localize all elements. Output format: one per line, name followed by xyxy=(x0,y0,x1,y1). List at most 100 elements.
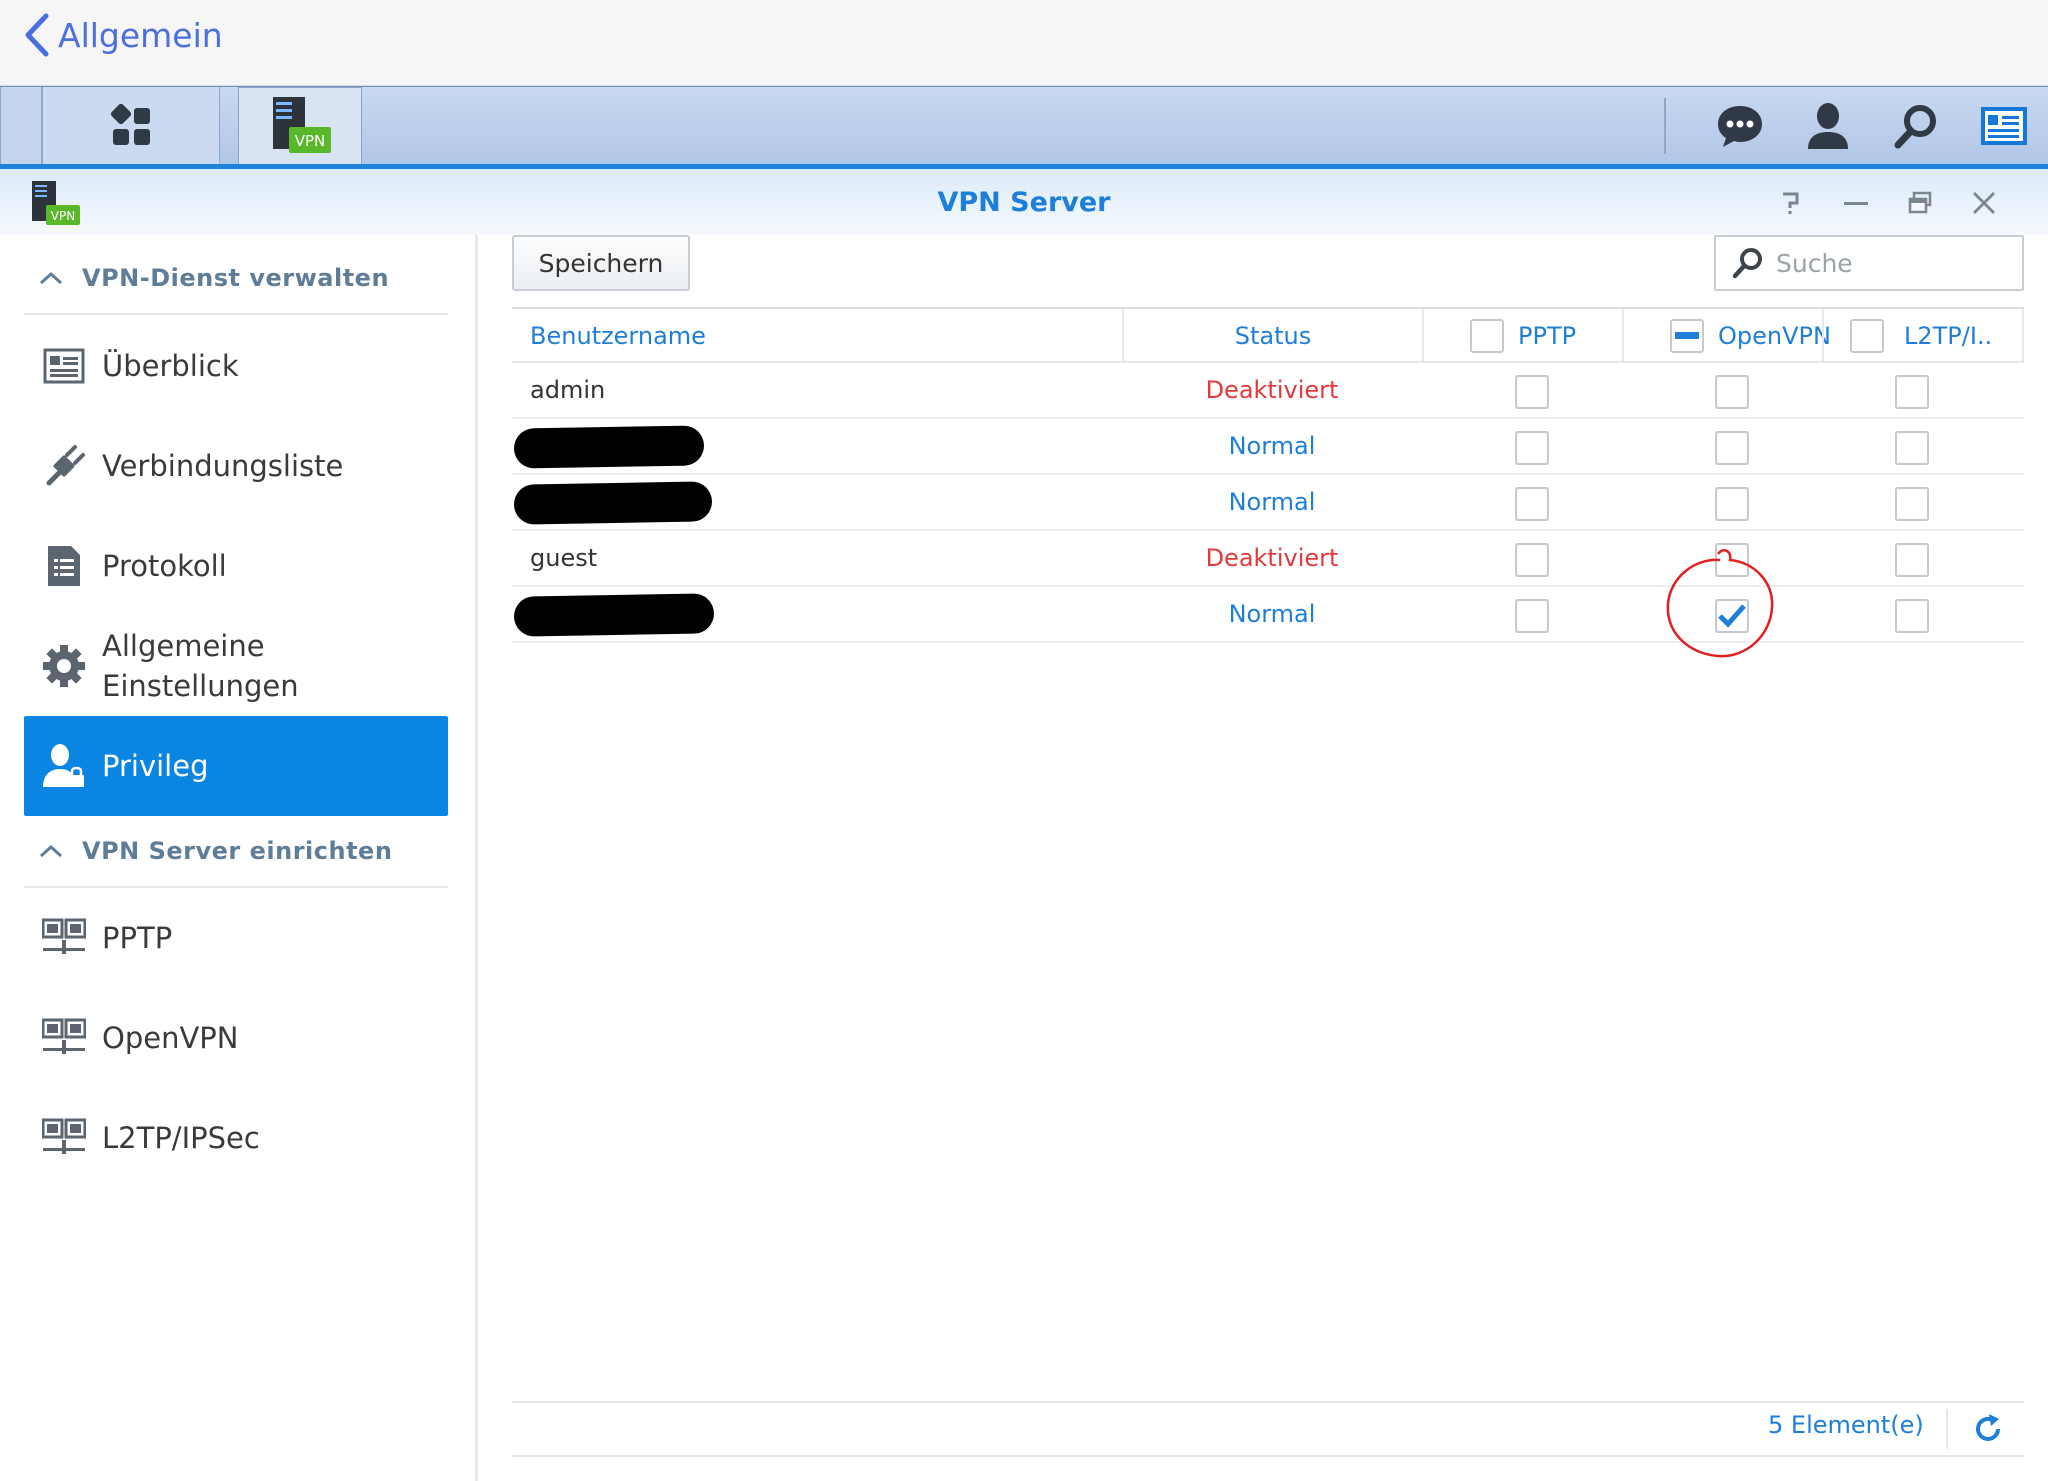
search-button[interactable] xyxy=(1886,96,1946,156)
plug-icon xyxy=(42,444,86,488)
header-checkbox-pptp[interactable] xyxy=(1470,319,1504,353)
save-button[interactable]: Speichern xyxy=(512,235,690,291)
minimize-button[interactable] xyxy=(1824,183,1888,223)
column-divider xyxy=(1622,309,1624,363)
header-checkbox-l2tp[interactable] xyxy=(1850,319,1884,353)
gear-icon xyxy=(42,644,86,688)
section-header-label: VPN Server einrichten xyxy=(82,837,393,865)
widgets-button[interactable] xyxy=(1974,96,2034,156)
table-row[interactable]: admin Deaktiviert xyxy=(512,363,2024,419)
vpn-badge-text: VPN xyxy=(295,132,326,150)
column-divider xyxy=(2022,309,2024,363)
table-row[interactable]: guest Deaktiviert xyxy=(512,531,2024,587)
sidebar-item-pptp[interactable]: PPTP xyxy=(24,888,448,988)
log-icon xyxy=(42,544,86,588)
sidebar-item-openvpn[interactable]: OpenVPN xyxy=(24,988,448,1088)
header-checkbox-openvpn[interactable] xyxy=(1670,319,1704,353)
chat-icon xyxy=(1718,106,1762,147)
checkbox-openvpn[interactable] xyxy=(1715,431,1749,465)
section-header-manage-vpn[interactable]: VPN-Dienst verwalten xyxy=(24,243,448,315)
checkbox-pptp[interactable] xyxy=(1515,487,1549,521)
section-header-setup-vpn[interactable]: VPN Server einrichten xyxy=(24,816,448,888)
table-row[interactable]: Normal xyxy=(512,475,2024,531)
network-icon xyxy=(42,1016,86,1060)
refresh-icon xyxy=(1976,1414,2000,1441)
minimize-icon xyxy=(1844,202,1868,205)
username-cell: admin xyxy=(530,376,606,404)
user-button[interactable] xyxy=(1798,96,1858,156)
checkbox-openvpn-checked[interactable] xyxy=(1715,599,1749,633)
network-icon xyxy=(42,1116,86,1160)
table-row[interactable]: Normal xyxy=(512,419,2024,475)
table-header: Benutzername Status PPTP OpenVPN L2TP/I.… xyxy=(512,307,2024,363)
column-header-openvpn[interactable]: OpenVPN xyxy=(1718,309,1831,363)
table-row[interactable]: Normal xyxy=(512,587,2024,643)
privilege-icon xyxy=(42,744,86,788)
privilege-table: Benutzername Status PPTP OpenVPN L2TP/I.… xyxy=(512,307,2024,643)
chevron-up-icon xyxy=(39,844,63,858)
checkbox-openvpn[interactable] xyxy=(1715,375,1749,409)
checkmark-icon xyxy=(1718,604,1746,628)
back-button[interactable]: Allgemein xyxy=(22,10,223,60)
status-cell: Normal xyxy=(1228,432,1316,460)
search-icon xyxy=(1732,248,1762,279)
restore-icon xyxy=(1908,191,1932,214)
redacted-username xyxy=(513,425,705,469)
checkbox-l2tp[interactable] xyxy=(1895,599,1929,633)
checkbox-pptp[interactable] xyxy=(1515,599,1549,633)
window-title: VPN Server xyxy=(937,187,1111,218)
checkbox-l2tp[interactable] xyxy=(1895,543,1929,577)
column-header-username[interactable]: Benutzername xyxy=(530,309,706,363)
sidebar-item-label: OpenVPN xyxy=(102,1021,239,1055)
checkbox-pptp[interactable] xyxy=(1515,543,1549,577)
sidebar-item-l2tp-ipsec[interactable]: L2TP/IPSec xyxy=(24,1088,448,1188)
close-button[interactable] xyxy=(1952,183,2016,223)
window-header[interactable]: VPN VPN Server xyxy=(0,169,2048,235)
checkbox-l2tp[interactable] xyxy=(1895,431,1929,465)
column-header-status[interactable]: Status xyxy=(1124,309,1422,363)
chevron-left-icon xyxy=(25,13,49,57)
taskbar-divider xyxy=(1664,98,1666,154)
redacted-username xyxy=(513,481,713,525)
indeterminate-icon xyxy=(1675,332,1699,339)
checkbox-pptp[interactable] xyxy=(1515,431,1549,465)
window-controls xyxy=(1760,183,2016,223)
sidebar-item-label: PPTP xyxy=(102,921,173,955)
sidebar-item-connection-list[interactable]: Verbindungsliste xyxy=(24,416,448,516)
taskbar-edge xyxy=(0,87,42,165)
sidebar-item-overview[interactable]: Überblick xyxy=(24,316,448,416)
sidebar-item-label: Privileg xyxy=(102,749,209,783)
main-menu-button[interactable] xyxy=(42,87,220,165)
status-cell: Normal xyxy=(1228,600,1316,628)
help-button[interactable] xyxy=(1760,183,1824,223)
sidebar-item-label: Protokoll xyxy=(102,549,227,583)
checkbox-l2tp[interactable] xyxy=(1895,487,1929,521)
sidebar-item-label: Überblick xyxy=(102,349,239,383)
sidebar-item-general-settings[interactable]: Allgemeine Einstellungen xyxy=(24,616,448,716)
column-header-l2tp[interactable]: L2TP/I.. xyxy=(1904,309,1992,363)
chat-button[interactable] xyxy=(1710,96,1770,156)
status-cell: Deaktiviert xyxy=(1205,544,1339,572)
footer-bottom-divider xyxy=(512,1455,2024,1457)
checkbox-openvpn[interactable] xyxy=(1715,543,1749,577)
redacted-username xyxy=(513,593,715,637)
help-icon xyxy=(1783,192,1799,214)
refresh-button[interactable] xyxy=(1970,1411,2006,1447)
main-panel: Speichern Benutzername Status PPTP OpenV… xyxy=(478,235,2048,1481)
sidebar-item-label: Verbindungsliste xyxy=(102,449,344,483)
checkbox-l2tp[interactable] xyxy=(1895,375,1929,409)
username-cell: guest xyxy=(530,544,598,572)
checkbox-pptp[interactable] xyxy=(1515,375,1549,409)
checkbox-openvpn[interactable] xyxy=(1715,487,1749,521)
column-header-pptp[interactable]: PPTP xyxy=(1518,309,1576,363)
vpn-server-taskbar-button[interactable]: VPN xyxy=(238,87,362,165)
restore-button[interactable] xyxy=(1888,183,1952,223)
taskbar-right-group xyxy=(1664,87,2048,165)
sidebar-item-label: L2TP/IPSec xyxy=(102,1121,260,1155)
search-box[interactable] xyxy=(1714,235,2024,291)
chevron-up-icon xyxy=(39,271,63,285)
sidebar-item-privilege[interactable]: Privileg xyxy=(24,716,448,816)
search-input[interactable] xyxy=(1776,248,1996,278)
sidebar-item-log[interactable]: Protokoll xyxy=(24,516,448,616)
status-cell: Normal xyxy=(1228,488,1316,516)
